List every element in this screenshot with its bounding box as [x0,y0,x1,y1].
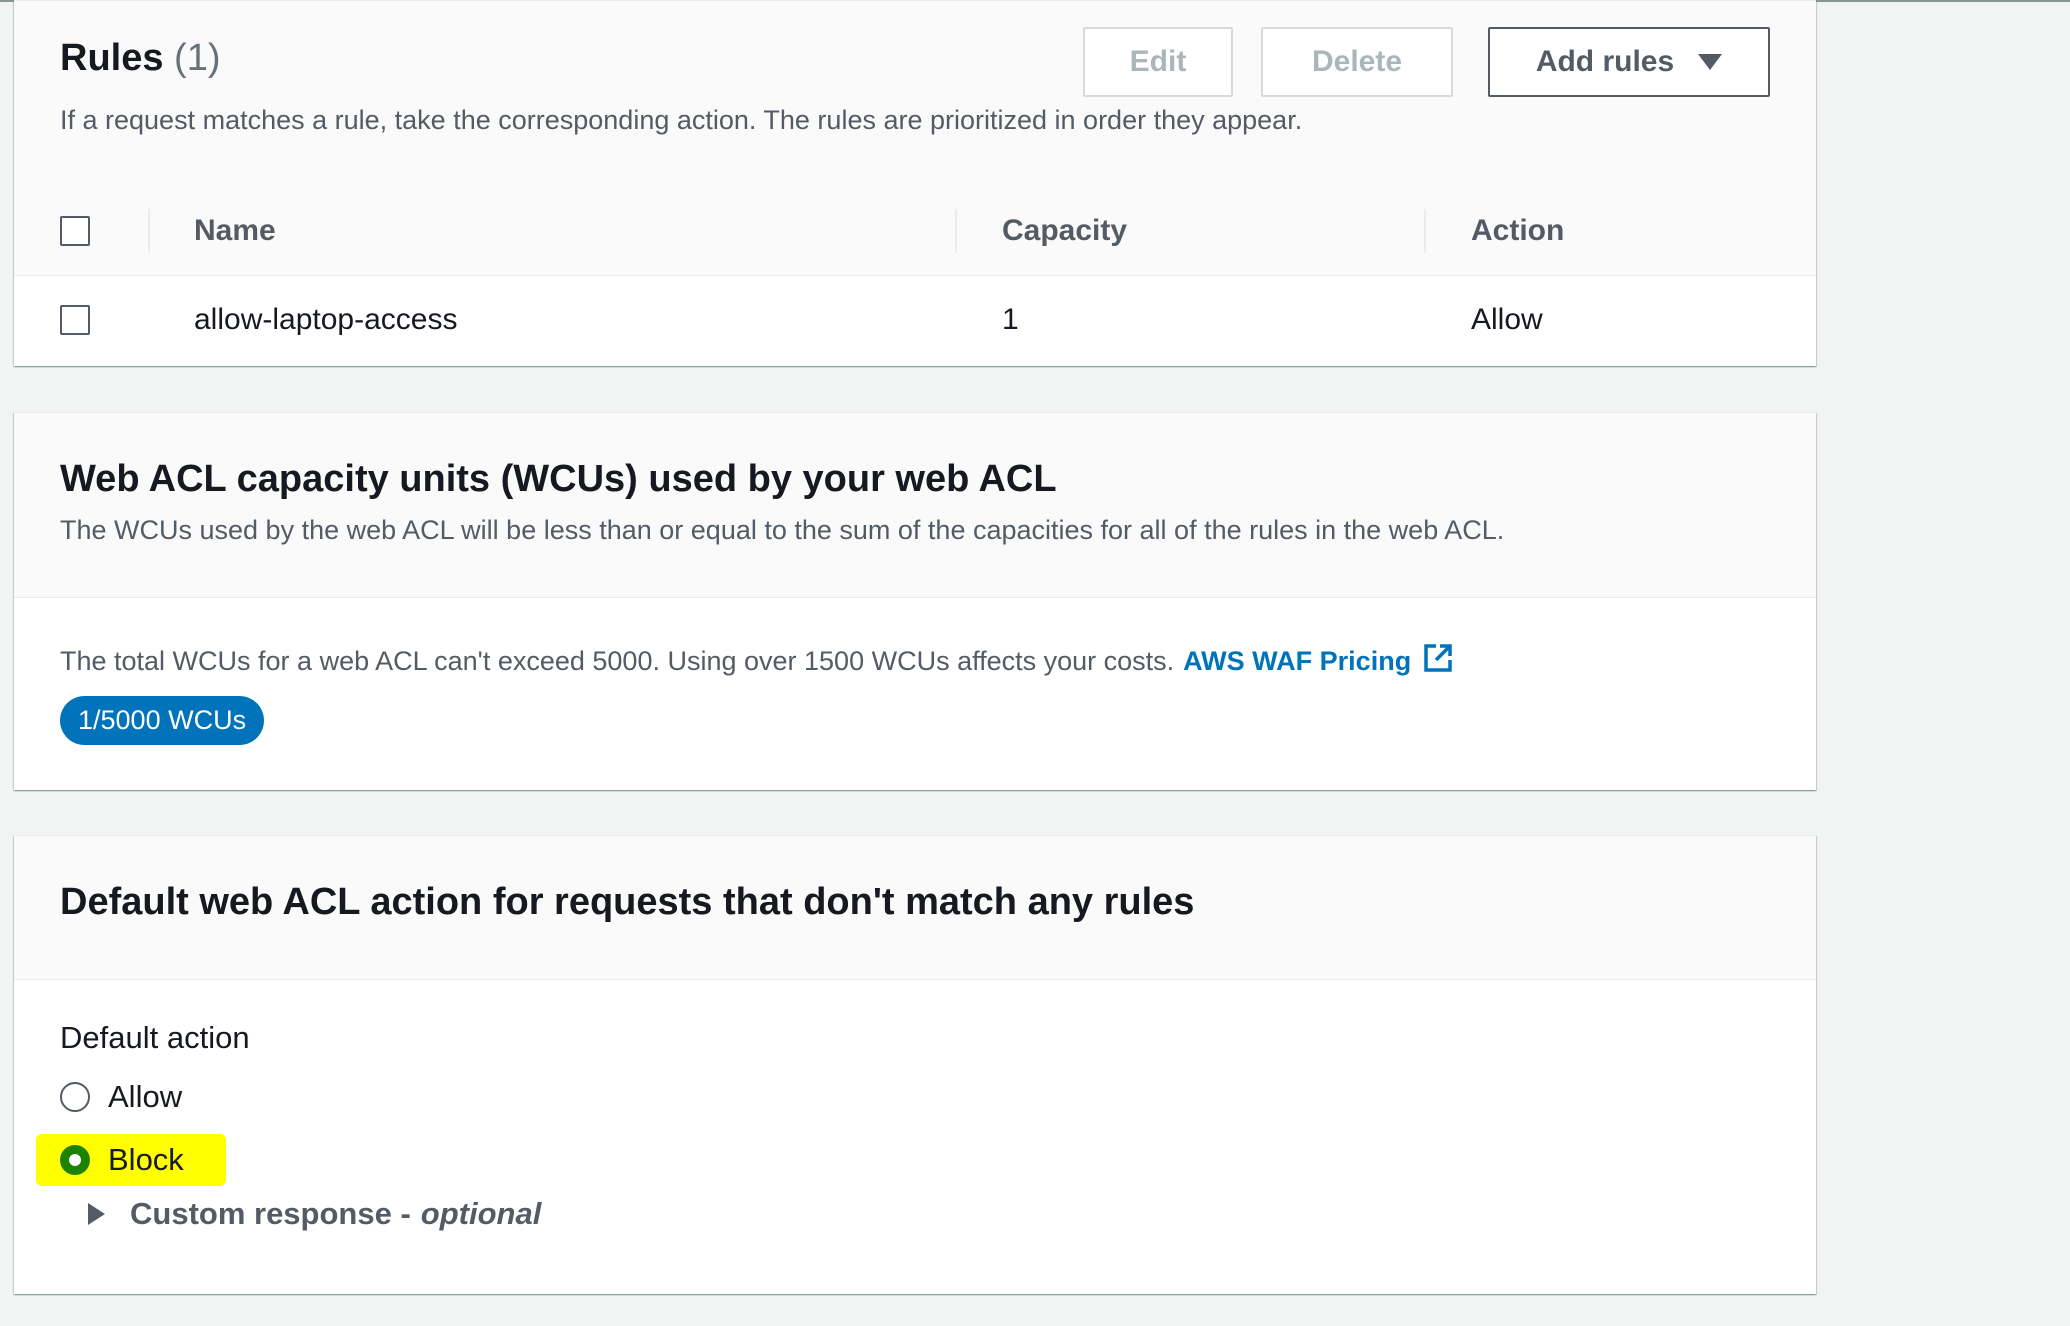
rules-title-text: Rules [60,37,164,79]
caret-right-icon[interactable] [88,1203,105,1225]
column-header-capacity[interactable]: Capacity [1002,187,1127,275]
column-separator [1424,209,1426,253]
default-action-panel-header: Default web ACL action for requests that… [14,836,1816,980]
radio-button-block[interactable] [60,1145,90,1175]
radio-label-allow[interactable]: Allow [108,1079,182,1115]
edit-button[interactable]: Edit [1083,27,1233,97]
column-header-name[interactable]: Name [194,187,276,275]
default-action-label: Default action [60,1020,250,1055]
aws-waf-pricing-link[interactable]: AWS WAF Pricing [1183,646,1411,677]
wcu-panel: Web ACL capacity units (WCUs) used by yo… [14,412,1816,790]
external-link-icon[interactable] [1423,643,1453,680]
rule-capacity: 1 [1002,303,1019,336]
custom-response-label[interactable]: Custom response - [130,1196,411,1232]
rule-name: allow-laptop-access [194,303,458,336]
rules-count: (1) [174,37,221,79]
rules-panel-header: Rules (1) If a request matches a rule, t… [14,1,1816,188]
rules-panel: Rules (1) If a request matches a rule, t… [14,0,1816,366]
default-action-panel: Default web ACL action for requests that… [14,835,1816,1294]
table-header-row: Name Capacity Action [14,187,1816,276]
radio-option-allow[interactable]: Allow [60,1077,182,1117]
row-checkbox[interactable] [60,305,90,335]
wcu-limit-text: The total WCUs for a web ACL can't excee… [60,643,1453,680]
rule-action: Allow [1471,303,1543,336]
wcu-title: Web ACL capacity units (WCUs) used by yo… [60,458,1057,500]
column-header-action[interactable]: Action [1471,187,1564,275]
column-separator [955,209,957,253]
default-action-title: Default web ACL action for requests that… [60,881,1195,923]
custom-response-expander[interactable]: Custom response - optional [88,1194,541,1234]
edit-button-label: Edit [1129,45,1187,78]
caret-down-icon [1698,54,1723,70]
radio-button-allow[interactable] [60,1082,90,1112]
rules-table: Name Capacity Action allow-laptop-access… [14,187,1816,366]
rules-title: Rules (1) [60,35,221,81]
delete-button-label: Delete [1311,45,1403,78]
column-separator [148,209,150,253]
delete-button[interactable]: Delete [1261,27,1453,97]
radio-option-block[interactable]: Block [60,1140,184,1180]
wcu-limit-sentence: The total WCUs for a web ACL can't excee… [60,646,1175,676]
custom-response-optional: optional [420,1196,542,1231]
wcu-panel-header: Web ACL capacity units (WCUs) used by yo… [14,413,1816,598]
table-row: allow-laptop-access 1 Allow [14,276,1816,364]
select-all-checkbox[interactable] [60,216,90,246]
wcu-usage-badge: 1/5000 WCUs [60,696,265,745]
add-rules-button[interactable]: Add rules [1488,27,1770,97]
wcu-description: The WCUs used by the web ACL will be les… [60,515,1505,545]
rules-description: If a request matches a rule, take the co… [60,105,1303,135]
radio-label-block[interactable]: Block [108,1142,184,1178]
add-rules-button-label: Add rules [1535,45,1675,78]
